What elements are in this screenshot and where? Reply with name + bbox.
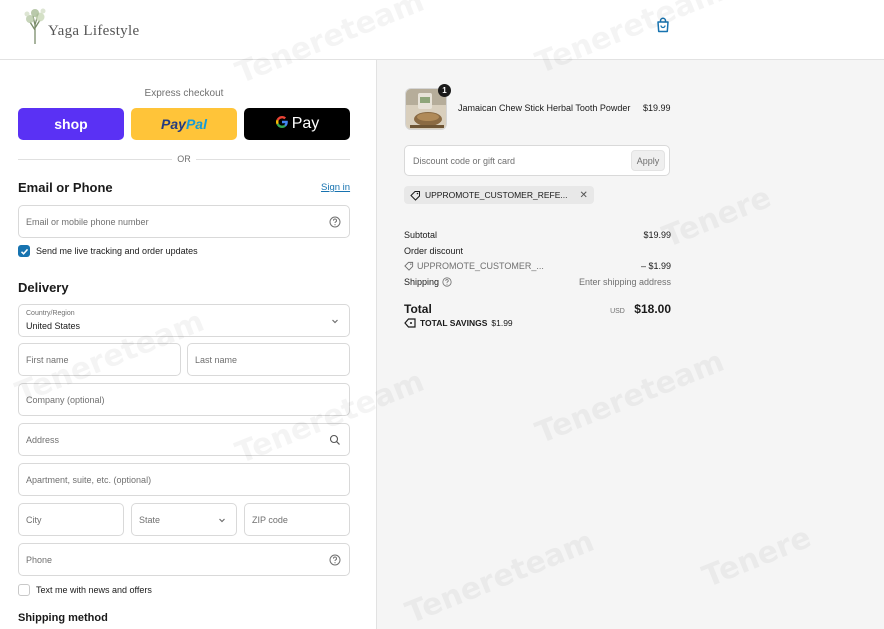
help-circle-icon[interactable]: [329, 554, 341, 566]
product-name: Jamaican Chew Stick Herbal Tooth Powder: [458, 103, 631, 113]
help-circle-icon[interactable]: [329, 216, 341, 228]
cart-button[interactable]: [654, 16, 672, 34]
phone-placeholder: Phone: [26, 554, 53, 565]
express-checkout-title: Express checkout: [144, 88, 224, 99]
paypal-label-pal: Pal: [185, 116, 207, 132]
subtotal-label: Subtotal: [404, 230, 438, 240]
total-label: Total: [404, 302, 432, 316]
first-name-input[interactable]: First name: [18, 343, 181, 376]
tracking-checkbox-row[interactable]: Send me live tracking and order updates: [18, 245, 198, 257]
google-pay-button[interactable]: Pay: [244, 108, 350, 140]
discount-placeholder: Discount code or gift card: [413, 155, 516, 166]
discount-code-cell: UPPROMOTE_CUSTOMER_...: [404, 261, 544, 271]
contact-title: Email or Phone: [18, 180, 113, 195]
brand-logo[interactable]: Yaga Lifestyle: [24, 6, 139, 46]
apartment-input[interactable]: Apartment, suite, etc. (optional): [18, 463, 350, 496]
city-input[interactable]: City: [18, 503, 124, 536]
shop-pay-button[interactable]: shop: [18, 108, 124, 140]
apply-discount-button[interactable]: Apply: [631, 150, 665, 171]
chevron-down-icon: [329, 315, 341, 327]
state-select[interactable]: State: [131, 503, 237, 536]
last-name-placeholder: Last name: [195, 354, 238, 365]
phone-input[interactable]: Phone: [18, 543, 350, 576]
header: Yaga Lifestyle: [0, 0, 884, 60]
order-discount-row: Order discount: [404, 246, 671, 256]
paypal-button[interactable]: Pay Pal: [131, 108, 237, 140]
zip-placeholder: ZIP code: [252, 514, 288, 525]
email-phone-input[interactable]: Email or mobile phone number: [18, 205, 350, 238]
tag-icon: [404, 261, 414, 271]
subtotal-row: Subtotal $19.99: [404, 230, 671, 240]
company-input[interactable]: Company (optional): [18, 383, 350, 416]
savings-label: TOTAL SAVINGS: [420, 318, 488, 328]
company-placeholder: Company (optional): [26, 394, 105, 405]
or-label: OR: [172, 154, 196, 164]
sign-in-link[interactable]: Sign in: [321, 182, 350, 193]
tracking-label: Send me live tracking and order updates: [36, 246, 198, 256]
delivery-title: Delivery: [18, 280, 69, 295]
brand-name: Yaga Lifestyle: [48, 22, 140, 39]
country-label: Country/Region: [26, 310, 75, 317]
remove-discount-close-icon[interactable]: ✕: [579, 190, 587, 201]
tag-icon: [410, 190, 420, 201]
discount-code-short: UPPROMOTE_CUSTOMER_...: [417, 261, 544, 271]
news-checkbox-row[interactable]: Text me with news and offers: [18, 584, 152, 596]
shop-pay-label: shop: [54, 116, 88, 132]
checkmark-icon: [20, 248, 28, 255]
total-amount-cell: USD $18.00: [610, 300, 671, 318]
product-price: $19.99: [643, 103, 671, 113]
applied-discount-tag: UPPROMOTE_CUSTOMER_REFE... ✕: [404, 186, 594, 204]
country-select[interactable]: Country/Region United States: [18, 304, 350, 337]
shopping-bag-icon: [657, 17, 669, 33]
news-checkbox[interactable]: [18, 584, 30, 596]
address-input[interactable]: Address: [18, 423, 350, 456]
search-icon: [329, 434, 341, 446]
email-phone-placeholder: Email or mobile phone number: [26, 216, 149, 227]
subtotal-value: $19.99: [643, 230, 671, 240]
order-discount-label: Order discount: [404, 246, 464, 256]
zip-input[interactable]: ZIP code: [244, 503, 350, 536]
tree-logo-icon: [24, 8, 46, 44]
last-name-input[interactable]: Last name: [187, 343, 350, 376]
help-circle-icon[interactable]: [442, 277, 452, 287]
google-pay-label: Pay: [291, 115, 320, 132]
chevron-down-icon: [216, 514, 228, 526]
shipping-value: Enter shipping address: [578, 277, 671, 287]
shipping-label-cell: Shipping: [404, 277, 452, 287]
checkout-form: Express checkout shop Pay Pal Pay OR Emai…: [0, 60, 377, 629]
discount-value: – $1.99: [640, 261, 671, 271]
total-value: $18.00: [634, 302, 671, 316]
total-row: Total USD $18.00: [404, 300, 671, 318]
city-placeholder: City: [26, 514, 42, 525]
paypal-label-pay: Pay: [161, 116, 186, 132]
applied-code-text: UPPROMOTE_CUSTOMER_REFE...: [425, 190, 568, 200]
google-g-icon: [275, 115, 289, 134]
total-savings-row: TOTAL SAVINGS $1.99: [404, 318, 513, 328]
tracking-checkbox[interactable]: [18, 245, 30, 257]
order-summary: 1 Jamaican Chew Stick Herbal Tooth Powde…: [377, 60, 884, 629]
discount-code-input[interactable]: Discount code or gift card Apply: [404, 145, 670, 176]
savings-tag-icon: [404, 318, 416, 328]
country-value: United States: [26, 321, 81, 331]
currency-code: USD: [610, 308, 625, 315]
shipping-label: Shipping: [404, 277, 440, 287]
discount-code-row: UPPROMOTE_CUSTOMER_... – $1.99: [404, 261, 671, 271]
quantity-badge: 1: [438, 84, 451, 97]
address-placeholder: Address: [26, 434, 60, 445]
first-name-placeholder: First name: [26, 354, 69, 365]
shipping-method-title: Shipping method: [18, 612, 108, 624]
apartment-placeholder: Apartment, suite, etc. (optional): [26, 474, 152, 485]
shipping-row: Shipping Enter shipping address: [404, 277, 671, 287]
news-label: Text me with news and offers: [36, 585, 152, 595]
savings-value: $1.99: [491, 318, 513, 328]
